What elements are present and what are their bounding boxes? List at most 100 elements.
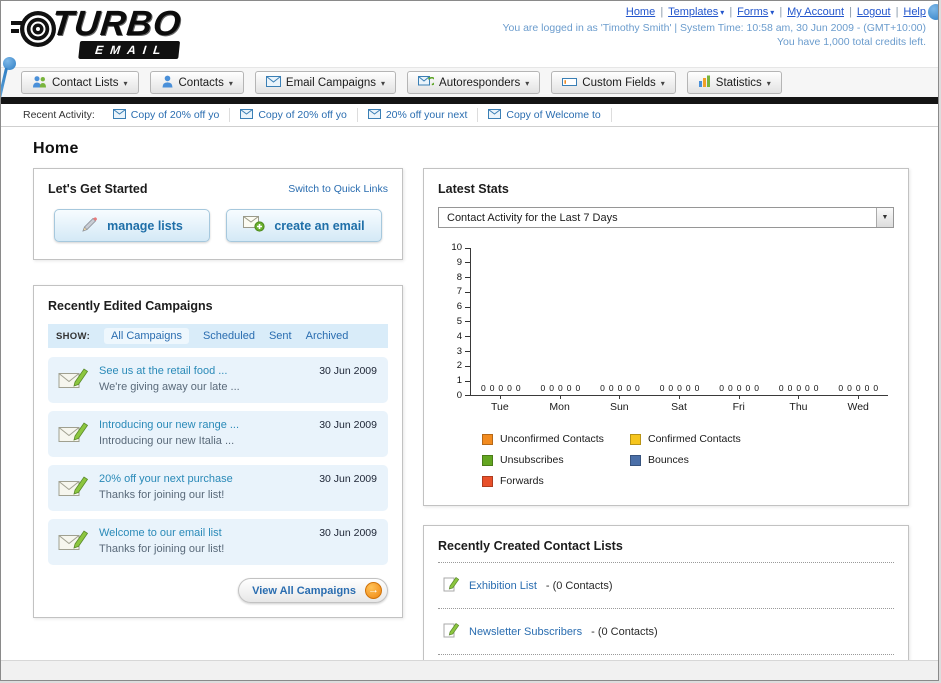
contact-list-count: - (0 Contacts) xyxy=(545,579,613,592)
menu-contact-lists[interactable]: Contact Lists xyxy=(21,71,139,94)
email-campaigns-icon xyxy=(265,75,281,90)
separator xyxy=(844,6,857,18)
recent-activity-label: Recent Activity: xyxy=(23,109,95,121)
filter-all-campaigns[interactable]: All Campaigns xyxy=(104,328,189,344)
campaign-date: 30 Jun 2009 xyxy=(319,365,377,377)
recent-activity-bar: Recent Activity: Copy of 20% off yo Copy… xyxy=(1,104,938,127)
chart-x-label: Sun xyxy=(589,396,649,413)
switch-quick-links-link[interactable]: Switch to Quick Links xyxy=(288,183,388,195)
envelope-pencil-icon xyxy=(58,366,90,395)
chart-value-labels: 00000 xyxy=(659,383,700,393)
pencil-icon xyxy=(81,216,98,236)
contact-list-link[interactable]: Exhibition List xyxy=(469,580,537,592)
chart-plot-area: 00000 00000 00000 00000 00000 00000 00000 xyxy=(470,248,888,396)
legend-swatch xyxy=(630,454,641,466)
chart-value-labels: 00000 xyxy=(778,383,819,393)
campaign-title-link[interactable]: 20% off your next purchase xyxy=(99,473,308,485)
campaign-item[interactable]: Introducing our new range ... Introducin… xyxy=(48,411,388,457)
contact-list-item[interactable]: Exhibition List - (0 Contacts) xyxy=(438,572,894,599)
menu-custom-fields[interactable]: Custom Fields xyxy=(551,71,676,94)
campaign-subtitle: Introducing our new Italia ... xyxy=(99,435,235,447)
recent-campaigns-panel: Recently Edited Campaigns SHOW: All Camp… xyxy=(33,285,403,618)
contact-list-link[interactable]: Newsletter Subscribers xyxy=(469,626,582,638)
header: TURBO EMAIL Home Templates Forms My Account… xyxy=(1,1,938,67)
chart-groups: 00000 00000 00000 00000 00000 00000 00000 xyxy=(471,383,888,393)
pencil-doc-icon xyxy=(442,621,460,642)
campaign-filter-bar: SHOW: All Campaigns Scheduled Sent Archi… xyxy=(48,324,388,348)
envelope-icon xyxy=(240,108,254,122)
chart-value-labels: 00000 xyxy=(600,383,640,393)
recent-activity-item[interactable]: Copy of Welcome to xyxy=(478,108,612,122)
legend-swatch xyxy=(630,433,641,445)
header-link-templates[interactable]: Templates xyxy=(668,6,724,18)
campaign-date: 30 Jun 2009 xyxy=(319,473,377,485)
manage-lists-button[interactable]: manage lists xyxy=(54,209,210,242)
chevron-down-icon xyxy=(661,77,665,89)
header-link-logout[interactable]: Logout xyxy=(857,6,891,18)
callout-dot xyxy=(928,4,938,20)
chart-x-label: Tue xyxy=(470,396,530,413)
header-link-home[interactable]: Home xyxy=(626,6,655,18)
header-link-forms[interactable]: Forms xyxy=(737,6,774,18)
view-all-campaigns-button[interactable]: View All Campaigns xyxy=(238,578,388,603)
separator xyxy=(655,6,668,18)
campaign-item[interactable]: Welcome to our email list Thanks for joi… xyxy=(48,519,388,565)
campaign-title-link[interactable]: Welcome to our email list xyxy=(99,527,308,539)
session-info: You are logged in as 'Timothy Smith' | S… xyxy=(502,22,926,34)
chevron-down-icon xyxy=(525,77,529,89)
legend-item: Confirmed Contacts xyxy=(630,433,778,445)
dotted-divider xyxy=(438,608,894,609)
chevron-down-icon xyxy=(229,77,233,89)
envelope-icon xyxy=(367,108,381,122)
contact-list-item[interactable]: Newsletter Subscribers - (0 Contacts) xyxy=(438,618,894,645)
chart-y-axis: 10 9 8 7 6 5 4 3 2 1 0 xyxy=(444,243,470,400)
chart-x-labels: Tue Mon Sun Sat Fri Thu Wed xyxy=(470,396,888,413)
filter-sent[interactable]: Sent xyxy=(269,330,292,342)
logo-text-secondary: EMAIL xyxy=(78,41,181,59)
separator xyxy=(774,6,787,18)
pencil-doc-icon xyxy=(442,575,460,596)
chevron-down-icon xyxy=(767,77,771,89)
chevron-down-icon xyxy=(123,77,127,89)
chart-x-label: Sat xyxy=(649,396,709,413)
envelope-pencil-icon xyxy=(58,474,90,503)
legend-item: Bounces xyxy=(630,454,778,466)
create-email-button[interactable]: create an email xyxy=(226,209,382,242)
campaign-title-link[interactable]: Introducing our new range ... xyxy=(99,419,308,431)
recent-activity-item[interactable]: 20% off your next xyxy=(358,108,479,122)
header-link-my-account[interactable]: My Account xyxy=(787,6,844,18)
stats-period-select[interactable]: Contact Activity for the Last 7 Days xyxy=(438,207,894,228)
latest-stats-panel: Latest Stats Contact Activity for the La… xyxy=(423,168,909,506)
get-started-title: Let's Get Started xyxy=(48,182,148,196)
menu-email-campaigns[interactable]: Email Campaigns xyxy=(254,71,397,94)
campaign-list: See us at the retail food ... We're givi… xyxy=(48,357,388,565)
arrow-right-icon xyxy=(365,582,382,599)
page-title: Home xyxy=(33,140,79,157)
envelope-icon xyxy=(488,108,502,122)
statistics-icon xyxy=(698,75,711,90)
menu-autoresponders[interactable]: Autoresponders xyxy=(407,71,541,94)
header-link-help[interactable]: Help xyxy=(903,6,926,18)
header-links: Home Templates Forms My Account Logout Help xyxy=(502,6,926,18)
campaign-subtitle: Thanks for joining our list! xyxy=(99,543,225,555)
menu-statistics[interactable]: Statistics xyxy=(686,71,782,94)
separator xyxy=(724,6,737,18)
filter-archived[interactable]: Archived xyxy=(306,330,349,342)
show-label: SHOW: xyxy=(56,330,91,342)
recent-activity-item[interactable]: Copy of 20% off yo xyxy=(230,108,358,122)
chart-legend: Unconfirmed Contacts Confirmed Contacts … xyxy=(482,433,894,487)
campaign-item[interactable]: 20% off your next purchase Thanks for jo… xyxy=(48,465,388,511)
campaign-title-link[interactable]: See us at the retail food ... xyxy=(99,365,308,377)
contact-lists-title: Recently Created Contact Lists xyxy=(438,539,623,553)
recent-activity-item[interactable]: Copy of 20% off yo xyxy=(103,108,231,122)
menu-contacts[interactable]: Contacts xyxy=(149,71,244,94)
filter-scheduled[interactable]: Scheduled xyxy=(203,330,255,342)
app-logo: TURBO EMAIL xyxy=(11,4,183,59)
stats-period-value: Contact Activity for the Last 7 Days xyxy=(447,211,618,224)
main-menu: Contact Lists Contacts Email Campaigns A… xyxy=(1,67,938,97)
envelope-icon xyxy=(112,108,126,122)
contact-lists-icon xyxy=(32,75,47,91)
campaign-item[interactable]: See us at the retail food ... We're givi… xyxy=(48,357,388,403)
chart-x-label: Fri xyxy=(709,396,769,413)
contacts-icon xyxy=(161,75,174,91)
